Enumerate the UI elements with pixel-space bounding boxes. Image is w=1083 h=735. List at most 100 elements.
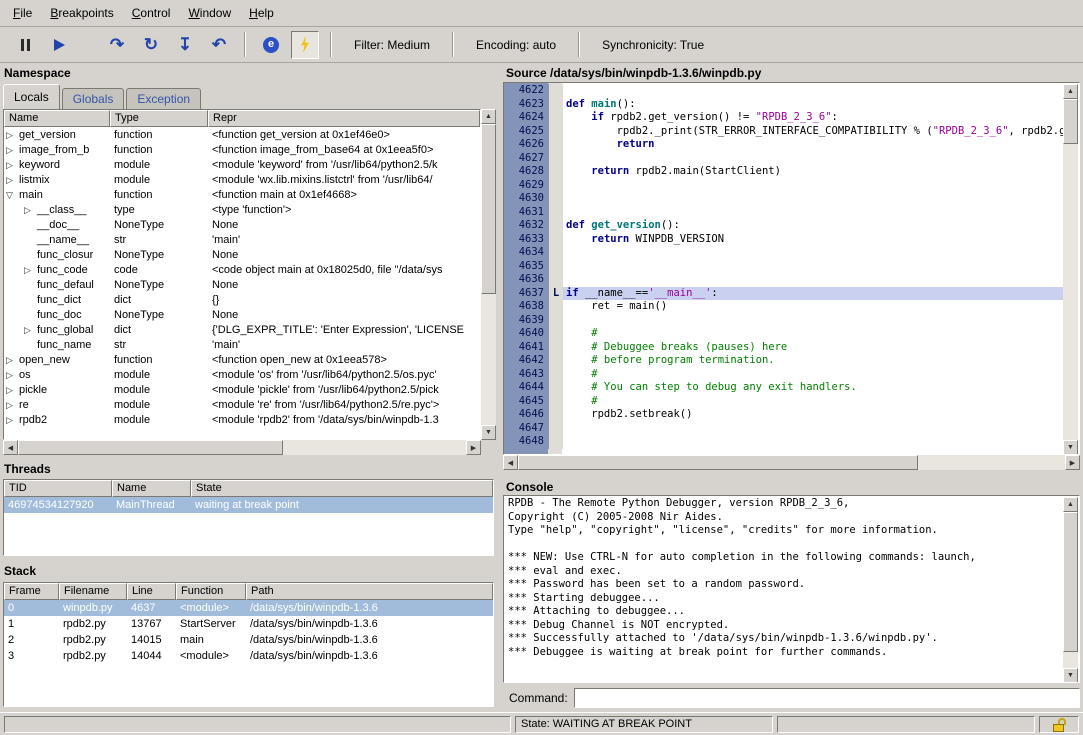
column-header-frame[interactable]: Frame	[4, 583, 59, 600]
namespace-row[interactable]: ▷func_codecode<code object main at 0x180…	[4, 262, 480, 277]
line-number[interactable]: 4634	[505, 246, 549, 260]
expand-icon[interactable]: ▷	[6, 145, 19, 156]
scroll-thumb[interactable]	[18, 440, 283, 455]
line-number[interactable]: 4622	[505, 84, 549, 98]
line-number[interactable]: 4627	[505, 152, 549, 166]
scroll-track[interactable]	[1063, 512, 1078, 668]
column-header-state[interactable]: State	[191, 480, 493, 497]
scroll-track[interactable]	[481, 124, 496, 425]
tab-exception[interactable]: Exception	[126, 88, 201, 109]
expand-icon[interactable]: ▷	[6, 130, 19, 141]
line-number[interactable]: 4638	[505, 300, 549, 314]
source-line[interactable]: 4638 ret = main()	[505, 300, 1063, 314]
namespace-row[interactable]: ▷image_from_bfunction<function image_fro…	[4, 142, 480, 157]
menu-file[interactable]: File	[4, 1, 41, 25]
encoding-button[interactable]: e	[257, 31, 285, 59]
source-vscrollbar[interactable]: ▲▼	[1063, 84, 1078, 455]
column-header-line[interactable]: Line	[127, 583, 176, 600]
scroll-down-button[interactable]: ▼	[1063, 440, 1078, 455]
menu-control[interactable]: Control	[123, 1, 180, 25]
namespace-row[interactable]: ▷picklemodule<module 'pickle' from '/usr…	[4, 382, 480, 397]
scroll-down-button[interactable]: ▼	[1063, 668, 1078, 683]
filter-label[interactable]: Filter: Medium	[354, 38, 430, 52]
source-line[interactable]: 4629	[505, 179, 1063, 193]
source-line[interactable]: 4623def main():	[505, 98, 1063, 112]
line-number[interactable]: 4630	[505, 192, 549, 206]
namespace-vscrollbar[interactable]: ▲▼	[481, 109, 496, 440]
column-header-name[interactable]: Name	[112, 480, 191, 497]
expand-icon[interactable]: ▷	[6, 400, 19, 411]
line-number[interactable]: 4643	[505, 368, 549, 382]
source-line[interactable]: 4627	[505, 152, 1063, 166]
scroll-right-button[interactable]: ▶	[1065, 455, 1080, 470]
source-line[interactable]: 4631	[505, 206, 1063, 220]
stack-frame-row[interactable]: 3rpdb2.py14044<module>/data/sys/bin/winp…	[4, 648, 493, 664]
line-number[interactable]: 4635	[505, 260, 549, 274]
source-line[interactable]: 4640 #	[505, 327, 1063, 341]
line-number[interactable]: 4646	[505, 408, 549, 422]
source-line[interactable]: 4635	[505, 260, 1063, 274]
line-number[interactable]: 4645	[505, 395, 549, 409]
namespace-row[interactable]: ▷get_versionfunction<function get_versio…	[4, 127, 480, 142]
column-header-function[interactable]: Function	[176, 583, 246, 600]
synchronicity-button[interactable]	[291, 31, 319, 59]
column-header-name[interactable]: Name	[4, 110, 110, 127]
scroll-track[interactable]	[18, 440, 466, 455]
scroll-left-button[interactable]: ◀	[3, 440, 18, 455]
expand-icon[interactable]: ▷	[6, 415, 19, 426]
next-button[interactable]: ↻	[137, 31, 165, 59]
namespace-row[interactable]: ▷rpdb2module<module 'rpdb2' from '/data/…	[4, 412, 480, 427]
line-number[interactable]: 4636	[505, 273, 549, 287]
source-line[interactable]: 4630	[505, 192, 1063, 206]
expand-icon[interactable]: ▷	[24, 205, 37, 216]
expand-icon[interactable]: ▷	[6, 175, 19, 186]
line-number[interactable]: 4624	[505, 111, 549, 125]
scroll-thumb[interactable]	[481, 124, 496, 294]
line-number[interactable]: 4633	[505, 233, 549, 247]
expand-icon[interactable]: ▷	[6, 355, 19, 366]
synchronicity-label[interactable]: Synchronicity: True	[602, 38, 704, 52]
expand-icon[interactable]: ▷	[24, 325, 37, 336]
source-line[interactable]: 4639	[505, 314, 1063, 328]
namespace-row[interactable]: ▷listmixmodule<module 'wx.lib.mixins.lis…	[4, 172, 480, 187]
scroll-track[interactable]	[518, 455, 1065, 470]
line-number[interactable]: 4628	[505, 165, 549, 179]
namespace-hscrollbar[interactable]: ◀▶	[3, 440, 481, 455]
step-into-button[interactable]: ↷	[103, 31, 131, 59]
scroll-track[interactable]	[1063, 99, 1078, 440]
source-line[interactable]: 4633 return WINPDB_VERSION	[505, 233, 1063, 247]
source-line[interactable]: 4626 return	[505, 138, 1063, 152]
stack-frame-row[interactable]: 2rpdb2.py14015main/data/sys/bin/winpdb-1…	[4, 632, 493, 648]
line-number[interactable]: 4640	[505, 327, 549, 341]
source-line[interactable]: 4634	[505, 246, 1063, 260]
source-line[interactable]: 4643 #	[505, 368, 1063, 382]
step-out-button[interactable]: ↧	[171, 31, 199, 59]
expand-icon[interactable]: ▷	[6, 160, 19, 171]
source-line[interactable]: 4642 # before program termination.	[505, 354, 1063, 368]
source-line[interactable]: 4622	[505, 84, 1063, 98]
column-header-tid[interactable]: TID	[4, 480, 112, 497]
console-vscrollbar[interactable]: ▲▼	[1063, 497, 1078, 683]
namespace-row[interactable]: func_defaulNoneTypeNone	[4, 277, 480, 292]
scroll-up-button[interactable]: ▲	[1063, 497, 1078, 512]
line-number[interactable]: 4641	[505, 341, 549, 355]
source-line[interactable]: 4647	[505, 422, 1063, 436]
scroll-thumb[interactable]	[518, 455, 918, 470]
namespace-row[interactable]: ▷osmodule<module 'os' from '/usr/lib64/p…	[4, 367, 480, 382]
source-line[interactable]: 4645 #	[505, 395, 1063, 409]
source-line[interactable]: 4625 rpdb2._print(STR_ERROR_INTERFACE_CO…	[505, 125, 1063, 139]
namespace-row[interactable]: func_closurNoneTypeNone	[4, 247, 480, 262]
source-line[interactable]: 4624 if rpdb2.get_version() != "RPDB_2_3…	[505, 111, 1063, 125]
source-line[interactable]: 4641 # Debuggee breaks (pauses) here	[505, 341, 1063, 355]
namespace-row[interactable]: ▷open_newfunction<function open_new at 0…	[4, 352, 480, 367]
expand-icon[interactable]: ▷	[6, 385, 19, 396]
namespace-row[interactable]: __name__str'main'	[4, 232, 480, 247]
line-number[interactable]: 4625	[505, 125, 549, 139]
column-header-repr[interactable]: Repr	[208, 110, 480, 127]
menu-help[interactable]: Help	[240, 1, 283, 25]
collapse-icon[interactable]: ▽	[6, 190, 19, 201]
source-line[interactable]: 4637Lif __name__=='__main__':	[505, 287, 1063, 301]
namespace-row[interactable]: func_namestr'main'	[4, 337, 480, 352]
scroll-down-button[interactable]: ▼	[481, 425, 496, 440]
scroll-thumb[interactable]	[1063, 512, 1078, 652]
